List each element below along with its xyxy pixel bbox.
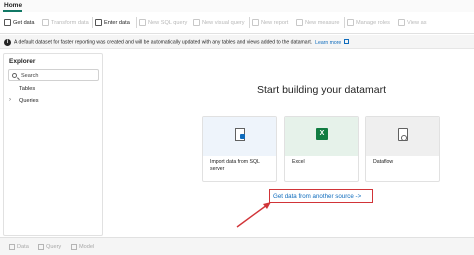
ribbon-divider: [344, 17, 345, 28]
table-icon: [95, 19, 102, 26]
excel-icon: X: [316, 128, 328, 140]
card-header: [366, 117, 439, 156]
new-measure-button[interactable]: New measure: [296, 16, 340, 29]
card-label: Dataflow: [373, 159, 394, 165]
report-icon: [252, 19, 259, 26]
info-message-bar: i A default dataset for faster reporting…: [0, 35, 474, 49]
enter-data-button[interactable]: Enter data: [95, 16, 130, 29]
manage-roles-button[interactable]: Manage roles: [347, 16, 390, 29]
import-sql-server-card[interactable]: Import data from SQL server: [202, 116, 277, 182]
ribbon-divider: [249, 17, 250, 28]
card-header: [203, 117, 276, 156]
sql-query-icon: [139, 19, 146, 26]
get-data-button[interactable]: Get data: [4, 16, 34, 29]
visual-query-icon: [193, 19, 200, 26]
external-link-icon[interactable]: [344, 39, 350, 44]
measure-icon: [296, 19, 303, 26]
tab-home[interactable]: Home: [4, 2, 22, 9]
data-view-tab[interactable]: Data: [9, 242, 29, 251]
new-visual-query-button[interactable]: New visual query: [193, 16, 245, 29]
view-as-button[interactable]: View as: [398, 16, 427, 29]
transform-data-button[interactable]: Transform data: [42, 16, 89, 29]
ribbon-divider: [136, 17, 137, 28]
roles-icon: [347, 19, 354, 26]
explorer-search[interactable]: [8, 69, 99, 81]
card-label: Import data from SQL server: [210, 159, 260, 172]
get-data-icon: [4, 19, 11, 26]
get-data-another-source-link[interactable]: Get data from another source ->: [273, 193, 361, 200]
info-icon: i: [4, 38, 11, 46]
explorer-panel: Explorer Tables › Queries: [3, 53, 103, 236]
page-title: Start building your datamart: [257, 84, 386, 96]
ribbon-tab-bar: Home: [0, 0, 474, 12]
query-view-icon: [38, 243, 44, 250]
data-view-icon: [9, 243, 15, 250]
excel-card[interactable]: X Excel: [284, 116, 359, 182]
ribbon-toolbar: Get data Transform data Enter data New S…: [0, 12, 474, 34]
annotation-arrow: [236, 202, 271, 228]
query-view-tab[interactable]: Query: [38, 242, 61, 251]
sql-server-icon: [235, 128, 245, 141]
transform-data-icon: [42, 19, 49, 26]
view-as-icon: [398, 19, 405, 26]
explorer-title: Explorer: [9, 58, 36, 65]
new-report-button[interactable]: New report: [252, 16, 288, 29]
search-input[interactable]: [21, 71, 97, 80]
chevron-right-icon[interactable]: ›: [9, 97, 11, 103]
new-sql-query-button[interactable]: New SQL query: [139, 16, 187, 29]
learn-more-link[interactable]: Learn more: [315, 40, 341, 46]
view-switcher-bar: Data Query Model: [0, 237, 474, 255]
card-header: X: [285, 117, 358, 156]
info-message: A default dataset for faster reporting w…: [14, 39, 350, 46]
model-view-icon: [71, 243, 77, 250]
card-label: Excel: [292, 159, 305, 165]
model-view-tab[interactable]: Model: [71, 242, 94, 251]
tree-item-tables[interactable]: Tables: [19, 86, 35, 92]
tree-item-queries[interactable]: Queries: [19, 98, 39, 104]
search-icon: [12, 72, 17, 78]
ribbon-divider: [92, 17, 93, 28]
dataflow-icon: [398, 128, 408, 141]
dataflow-card[interactable]: Dataflow: [365, 116, 440, 182]
